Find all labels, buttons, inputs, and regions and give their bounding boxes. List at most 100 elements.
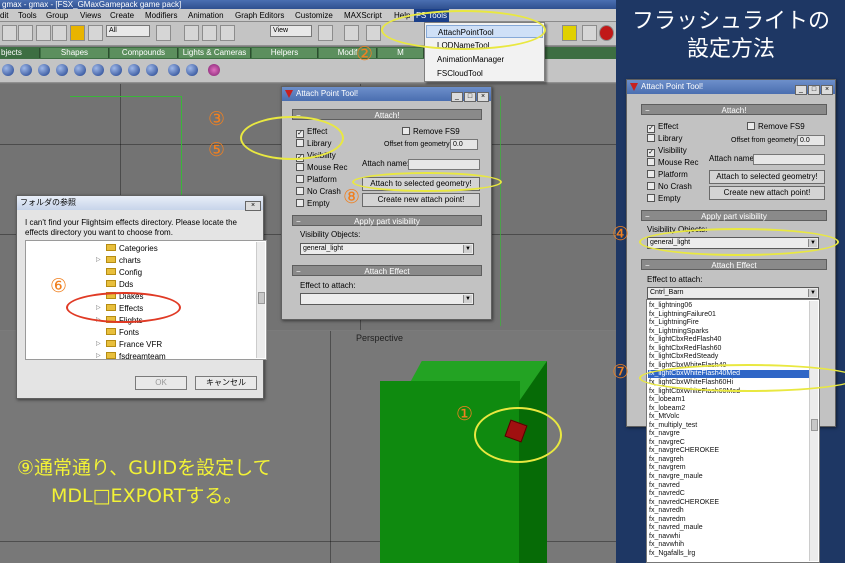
tree-scrollbar[interactable]	[256, 242, 265, 358]
minimize-icon[interactable]: _	[795, 85, 807, 95]
undo-icon[interactable]	[2, 25, 17, 41]
move-icon[interactable]	[184, 25, 199, 41]
select-region-icon[interactable]	[88, 25, 103, 41]
box-icon[interactable]	[20, 64, 32, 76]
effects-list-item[interactable]: fx_Ngafalls_lrg	[649, 550, 695, 558]
geosphere-icon[interactable]	[110, 64, 122, 76]
rollout-visibility[interactable]: − Apply part visibility	[292, 215, 482, 226]
hedra-icon[interactable]	[208, 64, 220, 76]
rollout-attach-effect[interactable]: − Attach Effect	[641, 259, 827, 270]
create-new-attach-point-button[interactable]: Create new attach point!	[362, 193, 480, 207]
menu-item-fscloudtool[interactable]: FSCloudTool	[426, 67, 543, 80]
unlink-icon[interactable]	[52, 25, 67, 41]
material-editor-icon[interactable]	[562, 25, 577, 41]
cone-icon[interactable]	[92, 64, 104, 76]
close-icon[interactable]: ×	[245, 201, 261, 211]
render-teapot-icon[interactable]	[599, 25, 614, 41]
menu-edit[interactable]: dit	[0, 9, 8, 22]
render-scene-icon[interactable]	[582, 25, 597, 41]
menu-customize[interactable]: Customize	[295, 9, 333, 22]
tab-compounds[interactable]: Compounds	[110, 48, 178, 58]
menu-item-animationmanager[interactable]: AnimationManager	[426, 53, 543, 66]
effects-list-item[interactable]: fx_navredC	[649, 490, 685, 498]
checkbox-empty[interactable]: Empty	[647, 194, 681, 204]
cancel-button[interactable]: キャンセル	[195, 376, 257, 390]
tab-more[interactable]: M	[378, 48, 424, 58]
effects-list-item[interactable]: fx_LightningSparks	[649, 328, 709, 336]
checkbox-visibility[interactable]: ✓ Visibility	[647, 146, 687, 157]
menu-animation[interactable]: Animation	[188, 9, 224, 22]
snap-icon[interactable]	[344, 25, 359, 41]
effects-list-item[interactable]: fx_navredh	[649, 507, 684, 515]
checkbox-empty[interactable]: Empty	[296, 199, 330, 209]
effects-list-item[interactable]: fx_navredm	[649, 516, 686, 524]
minimize-icon[interactable]: _	[451, 92, 463, 102]
checkbox-no-crash[interactable]: No Crash	[296, 187, 341, 197]
effects-list-item[interactable]: fx_navred	[649, 482, 680, 490]
checkbox-no-crash[interactable]: No Crash	[647, 182, 692, 192]
link-icon[interactable]	[36, 25, 51, 41]
menu-graph-editors[interactable]: Graph Editors	[235, 9, 284, 22]
rollout-attach-effect[interactable]: − Attach Effect	[292, 265, 482, 276]
offset-spinner[interactable]: 0.0	[450, 139, 478, 150]
effects-list-item[interactable]: fx_navgreC	[649, 439, 685, 447]
effects-list-item[interactable]: fx_lightCbxRedFlash60	[649, 345, 721, 353]
tree-item[interactable]: ▷ France VFR	[96, 339, 162, 350]
effects-list-item[interactable]: fx_multiply_test	[649, 422, 697, 430]
effects-list-item[interactable]: fx_navwhi	[649, 533, 680, 541]
rotate-icon[interactable]	[202, 25, 217, 41]
tab-shapes[interactable]: Shapes	[41, 48, 109, 58]
effects-list-item[interactable]: fx_lobeam1	[649, 396, 685, 404]
tab-lights-cameras[interactable]: Lights & Cameras	[179, 48, 251, 58]
tube-icon[interactable]	[128, 64, 140, 76]
effects-list-item[interactable]: fx_LightningFire	[649, 319, 699, 327]
tab-helpers[interactable]: Helpers	[252, 48, 318, 58]
tab-objects[interactable]: bjects	[0, 48, 40, 58]
effects-list-item[interactable]: fx_navred_maule	[649, 524, 703, 532]
tree-item[interactable]: ▷ charts	[96, 255, 141, 266]
redo-icon[interactable]	[18, 25, 33, 41]
tree-item[interactable]: Categories	[106, 243, 158, 254]
rollout-attach[interactable]: − Attach!	[292, 109, 482, 120]
menu-create[interactable]: Create	[110, 9, 134, 22]
effects-list-item[interactable]: fx_navwhih	[649, 541, 684, 549]
green-box[interactable]	[380, 381, 520, 563]
pyramid-icon[interactable]	[168, 64, 180, 76]
effects-list-item[interactable]: fx_MtVolc	[649, 413, 679, 421]
effects-list-item[interactable]: fx_navgreCHEROKEE	[649, 447, 719, 455]
create-new-attach-point-button[interactable]: Create new attach point!	[709, 186, 825, 200]
menu-maxscript[interactable]: MAXScript	[344, 9, 382, 22]
rollout-visibility[interactable]: − Apply part visibility	[641, 210, 827, 221]
checkbox-library[interactable]: Library	[647, 134, 682, 144]
effects-list-item[interactable]: fx_lightning06	[649, 302, 692, 310]
select-by-name-icon[interactable]	[156, 25, 171, 41]
checkbox-remove-fs9[interactable]: Remove FS9	[747, 122, 805, 132]
effects-list-item[interactable]: fx_navgre_maule	[649, 473, 703, 481]
checkbox-mouse-rec[interactable]: Mouse Rec	[296, 163, 347, 173]
menu-group[interactable]: Group	[46, 9, 68, 22]
offset-spinner[interactable]: 0.0	[797, 135, 825, 146]
attach-to-selected-button[interactable]: Attach to selected geometry!	[709, 170, 825, 184]
tree-item[interactable]: Fonts	[106, 327, 139, 338]
checkbox-platform[interactable]: Platform	[647, 170, 688, 180]
effects-list-item[interactable]: fx_LightningFailure01	[649, 311, 716, 319]
attach-name-input[interactable]	[753, 154, 825, 165]
maximize-icon[interactable]: □	[464, 92, 476, 102]
select-arrow-icon[interactable]	[70, 25, 85, 41]
menu-tools[interactable]: Tools	[18, 9, 37, 22]
effects-list-item[interactable]: fx_navgre	[649, 430, 680, 438]
effects-list-scrollbar[interactable]	[809, 301, 818, 561]
selection-filter-dropdown[interactable]: All	[106, 25, 150, 37]
effects-list-item[interactable]: fx_lightCbxRedFlash40	[649, 336, 721, 344]
effects-list-item[interactable]: fx_navgrem	[649, 464, 686, 472]
effect-to-attach-dropdown[interactable]: ▼	[300, 293, 474, 305]
effects-list-item[interactable]: fx_navgreh	[649, 456, 684, 464]
visibility-objects-dropdown[interactable]: general_light ▼	[300, 243, 474, 255]
effects-list-item[interactable]: fx_navredCHEROKEE	[649, 499, 719, 507]
tree-item[interactable]: ▷ fsdreamteam	[96, 351, 166, 359]
coord-system-dropdown[interactable]: View	[270, 25, 312, 37]
scale-icon[interactable]	[220, 25, 235, 41]
attach-name-input[interactable]	[408, 159, 480, 170]
checkbox-effect[interactable]: ✓ Effect	[647, 122, 678, 133]
menu-modifiers[interactable]: Modifiers	[145, 9, 177, 22]
